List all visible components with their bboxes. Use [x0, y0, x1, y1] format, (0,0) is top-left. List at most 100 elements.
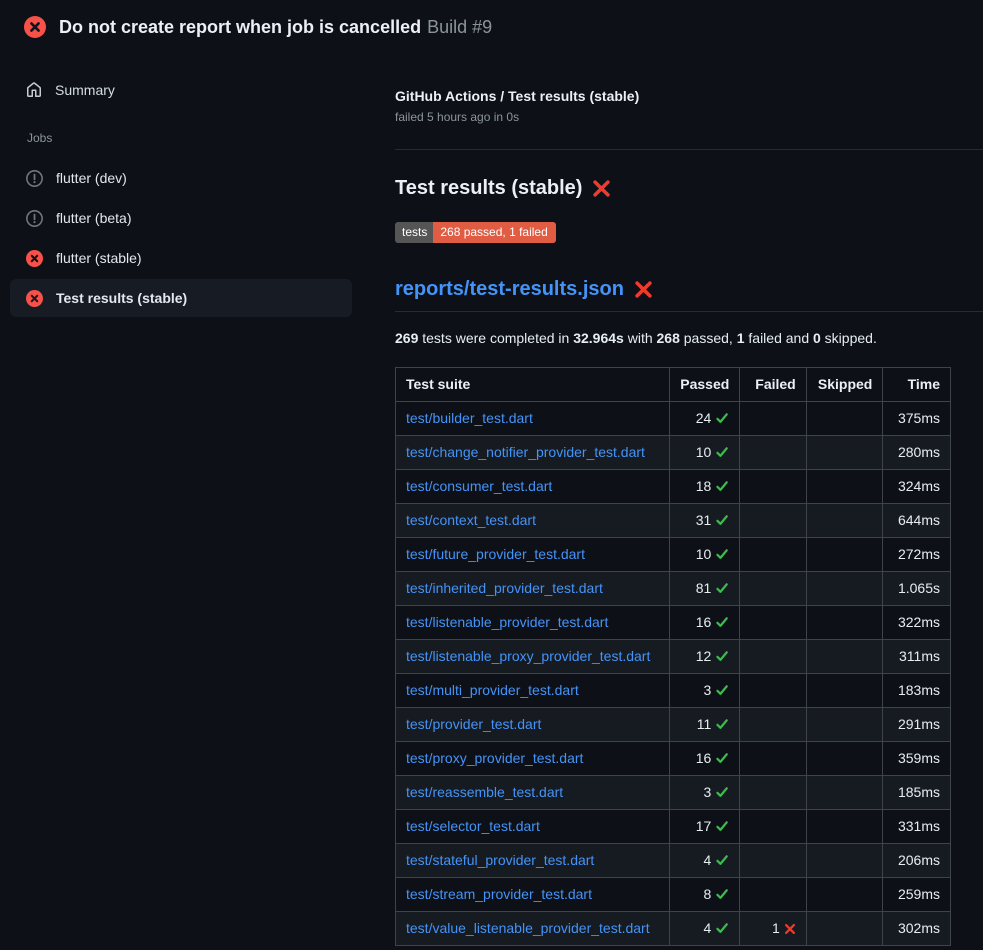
failed-cell [740, 776, 806, 810]
failed-cell [740, 708, 806, 742]
failed-cell [740, 640, 806, 674]
suite-link[interactable]: test/listenable_provider_test.dart [406, 614, 608, 630]
suite-cell: test/inherited_provider_test.dart [396, 572, 670, 606]
table-row: test/consumer_test.dart 18 324ms [396, 470, 951, 504]
table-row: test/reassemble_test.dart 3 185ms [396, 776, 951, 810]
sidebar-summary-label: Summary [55, 82, 115, 98]
test-results-table: Test suitePassedFailedSkippedTime test/b… [395, 367, 951, 946]
check-icon [715, 581, 729, 595]
check-icon [715, 445, 729, 459]
job-label: flutter (stable) [56, 250, 142, 266]
time-cell: 302ms [883, 912, 951, 946]
badge-value: 268 passed, 1 failed [433, 222, 555, 243]
time-cell: 359ms [883, 742, 951, 776]
breadcrumb: GitHub Actions / Test results (stable) [395, 88, 983, 105]
suite-link[interactable]: test/change_notifier_provider_test.dart [406, 444, 645, 460]
suite-cell: test/multi_provider_test.dart [396, 674, 670, 708]
skipped-cell [806, 776, 883, 810]
check-icon [715, 683, 729, 697]
suite-link[interactable]: test/listenable_proxy_provider_test.dart [406, 648, 650, 664]
skipped-cell [806, 538, 883, 572]
time-cell: 272ms [883, 538, 951, 572]
suite-link[interactable]: test/builder_test.dart [406, 410, 533, 426]
table-row: test/inherited_provider_test.dart 81 1.0… [396, 572, 951, 606]
suite-link[interactable]: test/consumer_test.dart [406, 478, 552, 494]
check-icon [715, 547, 729, 561]
suite-cell: test/future_provider_test.dart [396, 538, 670, 572]
table-header-row: Test suitePassedFailedSkippedTime [396, 368, 951, 402]
failed-status-icon [26, 290, 43, 307]
passed-cell: 18 [670, 470, 740, 504]
table-row: test/value_listenable_provider_test.dart… [396, 912, 951, 946]
failed-cell [740, 844, 806, 878]
suite-link[interactable]: test/selector_test.dart [406, 818, 540, 834]
failed-cell [740, 538, 806, 572]
table-column-header: Test suite [396, 368, 670, 402]
failed-cell [740, 674, 806, 708]
passed-cell: 16 [670, 742, 740, 776]
suite-link[interactable]: test/inherited_provider_test.dart [406, 580, 603, 596]
check-icon [715, 887, 729, 901]
time-cell: 206ms [883, 844, 951, 878]
check-icon [715, 649, 729, 663]
suite-link[interactable]: test/context_test.dart [406, 512, 536, 528]
check-icon [715, 717, 729, 731]
suite-link[interactable]: test/reassemble_test.dart [406, 784, 563, 800]
passed-cell: 4 [670, 912, 740, 946]
badge-label: tests [395, 222, 433, 243]
skipped-cell [806, 742, 883, 776]
suite-link[interactable]: test/future_provider_test.dart [406, 546, 585, 562]
check-icon [715, 853, 729, 867]
sidebar-item-summary[interactable]: Summary [10, 80, 352, 100]
check-icon [715, 479, 729, 493]
table-column-header: Skipped [806, 368, 883, 402]
skipped-cell [806, 402, 883, 436]
check-section-title: Test results (stable) [395, 175, 983, 201]
skipped-cell [806, 708, 883, 742]
time-cell: 331ms [883, 810, 951, 844]
sidebar: Summary Jobs flutter (dev) flutter (beta… [0, 52, 352, 317]
check-icon [715, 921, 729, 935]
passed-cell: 3 [670, 776, 740, 810]
suite-link[interactable]: test/multi_provider_test.dart [406, 682, 579, 698]
sidebar-job-item[interactable]: flutter (stable) [10, 238, 352, 278]
suite-link[interactable]: test/proxy_provider_test.dart [406, 750, 583, 766]
sidebar-job-item[interactable]: flutter (dev) [10, 158, 352, 198]
suite-link[interactable]: test/value_listenable_provider_test.dart [406, 920, 650, 936]
suite-cell: test/listenable_proxy_provider_test.dart [396, 640, 670, 674]
report-file-heading: reports/test-results.json [395, 276, 983, 312]
failed-status-icon [24, 16, 46, 38]
skipped-cell [806, 878, 883, 912]
suite-link[interactable]: test/stream_provider_test.dart [406, 886, 592, 902]
skipped-cell [806, 470, 883, 504]
table-row: test/proxy_provider_test.dart 16 359ms [396, 742, 951, 776]
passed-cell: 8 [670, 878, 740, 912]
skipped-cell [806, 912, 883, 946]
suite-cell: test/provider_test.dart [396, 708, 670, 742]
suite-link[interactable]: test/provider_test.dart [406, 716, 541, 732]
failed-cell: 1 [740, 912, 806, 946]
suite-cell: test/stateful_provider_test.dart [396, 844, 670, 878]
report-file-link[interactable]: reports/test-results.json [395, 276, 624, 302]
passed-cell: 17 [670, 810, 740, 844]
table-row: test/stateful_provider_test.dart 4 206ms [396, 844, 951, 878]
table-row: test/multi_provider_test.dart 3 183ms [396, 674, 951, 708]
build-header: Do not create report when job is cancell… [0, 0, 983, 52]
failed-status-icon [26, 250, 43, 267]
check-icon [715, 785, 729, 799]
sidebar-job-item[interactable]: Test results (stable) [10, 279, 352, 317]
suite-cell: test/listenable_provider_test.dart [396, 606, 670, 640]
skipped-cell [806, 674, 883, 708]
skipped-cell [806, 844, 883, 878]
sidebar-job-item[interactable]: flutter (beta) [10, 198, 352, 238]
suite-link[interactable]: test/stateful_provider_test.dart [406, 852, 594, 868]
suite-cell: test/value_listenable_provider_test.dart [396, 912, 670, 946]
check-icon [715, 615, 729, 629]
failed-cell [740, 878, 806, 912]
suite-cell: test/change_notifier_provider_test.dart [396, 436, 670, 470]
suite-cell: test/stream_provider_test.dart [396, 878, 670, 912]
table-row: test/context_test.dart 31 644ms [396, 504, 951, 538]
table-row: test/selector_test.dart 17 331ms [396, 810, 951, 844]
check-icon [715, 513, 729, 527]
time-cell: 280ms [883, 436, 951, 470]
